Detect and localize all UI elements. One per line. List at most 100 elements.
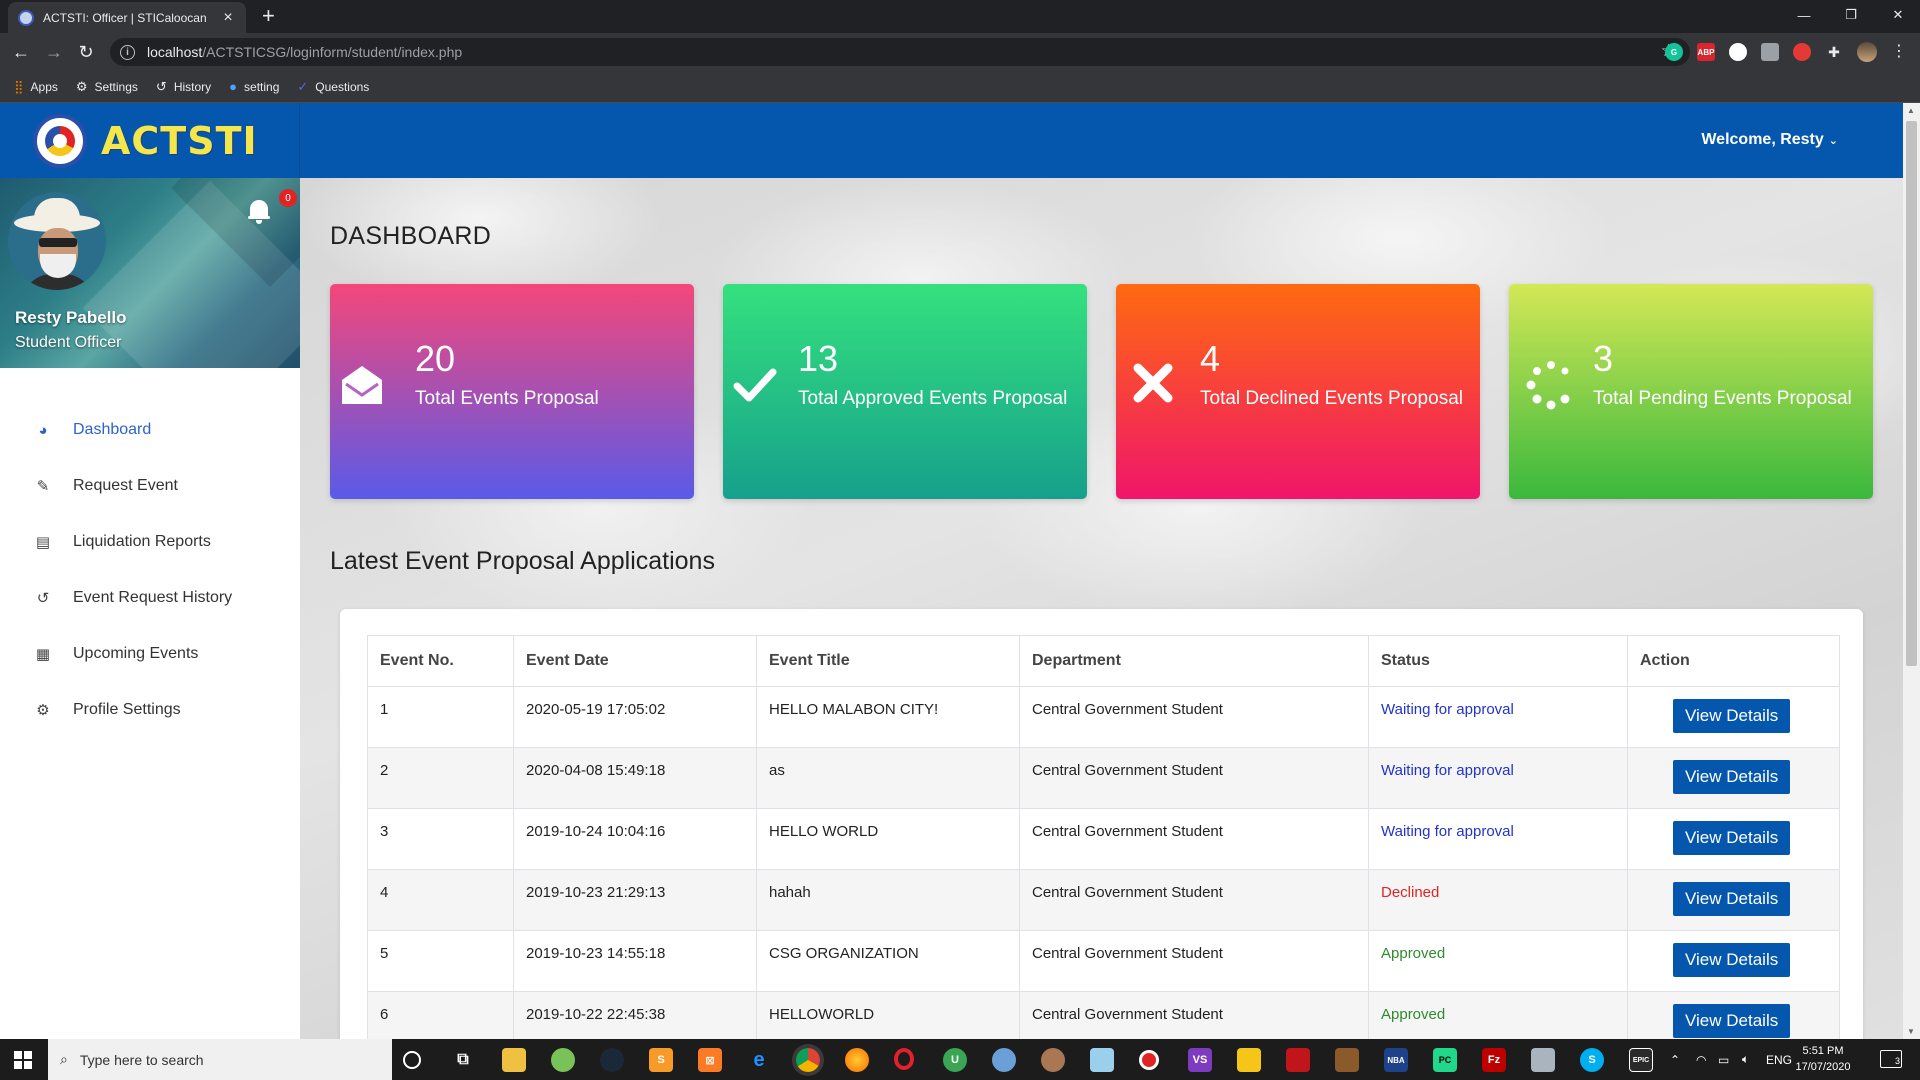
- url-input[interactable]: i localhost/ACTSTICSG/loginform/student/…: [110, 38, 1690, 66]
- taskbar-search-input[interactable]: ⌕ Type here to search: [48, 1039, 392, 1080]
- visual-studio-icon[interactable]: VS: [1188, 1048, 1212, 1072]
- grammarly-icon[interactable]: G: [1665, 43, 1683, 61]
- xampp-icon[interactable]: ⊠: [698, 1048, 722, 1072]
- app-icon[interactable]: [1286, 1048, 1310, 1072]
- back-icon[interactable]: ←: [10, 41, 32, 63]
- volume-icon[interactable]: 🔈︎: [1742, 1039, 1749, 1080]
- sidebar-item-dashboard[interactable]: ◕ Dashboard: [0, 402, 300, 458]
- sidebar-item-liquidation-reports[interactable]: ▤ Liquidation Reports: [0, 514, 300, 570]
- bookmark-apps[interactable]: ⣿ Apps: [14, 79, 58, 95]
- sidebar-menu: ◕ Dashboard ✎ Request Event ▤ Liquidatio…: [0, 402, 300, 738]
- app-icon[interactable]: [1237, 1048, 1261, 1072]
- pycharm-icon[interactable]: PC: [1433, 1048, 1457, 1072]
- column-header: Event Title: [756, 635, 1020, 687]
- sidebar-item-event-request-history[interactable]: ↺ Event Request History: [0, 570, 300, 626]
- avatar[interactable]: [8, 192, 106, 290]
- cell-department: Central Government Student: [1019, 686, 1369, 748]
- skype-icon[interactable]: S: [1580, 1048, 1604, 1072]
- extension-icon[interactable]: [1793, 43, 1811, 61]
- sidebar-item-upcoming-events[interactable]: ▦ Upcoming Events: [0, 626, 300, 682]
- tab-close-icon[interactable]: ×: [220, 9, 236, 27]
- bell-icon[interactable]: [248, 198, 270, 224]
- steam-icon[interactable]: [600, 1048, 624, 1072]
- sidebar-item-request-event[interactable]: ✎ Request Event: [0, 458, 300, 514]
- restore-icon[interactable]: ❐: [1829, 0, 1873, 30]
- page-scrollbar[interactable]: ▲ ▼: [1903, 103, 1920, 1039]
- extension-icon[interactable]: [1761, 43, 1779, 61]
- bookmark-history[interactable]: ↺ History: [156, 79, 211, 95]
- site-info-icon[interactable]: i: [120, 44, 135, 60]
- minimize-icon[interactable]: —: [1782, 0, 1826, 30]
- sidebar-item-profile-settings[interactable]: ⚙ Profile Settings: [0, 682, 300, 738]
- cortana-icon[interactable]: [403, 1051, 421, 1069]
- stat-card-total: 20 Total Events Proposal: [330, 284, 694, 499]
- language-indicator[interactable]: ENG: [1766, 1039, 1792, 1080]
- network-icon[interactable]: ◠: [1696, 1039, 1706, 1080]
- android-studio-icon[interactable]: [551, 1048, 575, 1072]
- sublime-icon[interactable]: S: [649, 1048, 673, 1072]
- upwork-icon[interactable]: U: [943, 1048, 967, 1072]
- stat-value: 13: [798, 338, 839, 379]
- check-icon: ✓: [297, 78, 309, 94]
- more-menu-icon[interactable]: ⋮: [1888, 41, 1910, 63]
- puzzle-icon[interactable]: ✚: [1825, 43, 1843, 61]
- proposals-table: Event No. Event Date Event Title Departm…: [367, 635, 1840, 1039]
- view-details-button[interactable]: View Details: [1673, 1004, 1791, 1038]
- taskbar-clock[interactable]: 5:51 PM 17/07/2020: [1790, 1043, 1856, 1075]
- stat-value: 4: [1200, 338, 1221, 379]
- new-tab-icon[interactable]: +: [262, 5, 275, 27]
- stat-card-declined: 4 Total Declined Events Proposal: [1116, 284, 1480, 499]
- file-explorer-icon[interactable]: [502, 1048, 526, 1072]
- reload-icon[interactable]: ↻: [75, 41, 97, 63]
- extension-icon[interactable]: [1729, 43, 1747, 61]
- filezilla-icon[interactable]: Fz: [1482, 1048, 1506, 1072]
- bookmark-questions[interactable]: ✓ Questions: [297, 79, 369, 95]
- dashboard-icon: ◕: [38, 421, 48, 439]
- bookmark-settings[interactable]: ⚙ Settings: [76, 79, 138, 95]
- forward-icon[interactable]: →: [43, 41, 65, 63]
- profile-avatar-icon[interactable]: [1857, 42, 1877, 62]
- game-icon[interactable]: [1335, 1048, 1359, 1072]
- nba-icon[interactable]: NBA: [1384, 1048, 1408, 1072]
- record-icon[interactable]: [1139, 1050, 1159, 1070]
- cell-department: Central Government Student: [1019, 991, 1369, 1039]
- task-view-icon[interactable]: ⧉: [451, 1048, 475, 1072]
- cell-event-no: 5: [367, 930, 514, 992]
- view-details-button[interactable]: View Details: [1673, 943, 1791, 977]
- battery-icon[interactable]: ▭: [1718, 1039, 1729, 1080]
- view-details-button[interactable]: View Details: [1673, 821, 1791, 855]
- table-row: 5 2019-10-23 14:55:18 CSG ORGANIZATION C…: [367, 930, 1840, 992]
- scroll-down-icon[interactable]: ▼: [1907, 1027, 1915, 1036]
- tray-chevron-icon[interactable]: ⌃: [1670, 1039, 1680, 1080]
- view-details-button[interactable]: View Details: [1673, 760, 1791, 794]
- page-title: DASHBOARD: [330, 222, 492, 250]
- adblock-plus-icon[interactable]: ABP: [1697, 43, 1715, 61]
- app-icon[interactable]: [1531, 1048, 1555, 1072]
- user-dropdown[interactable]: Welcome, Resty ⌄: [1701, 131, 1838, 149]
- app-icon[interactable]: [992, 1048, 1016, 1072]
- stat-card-pending: 3 Total Pending Events Proposal: [1509, 284, 1873, 499]
- opera-icon[interactable]: [894, 1048, 914, 1070]
- windows-start-icon[interactable]: [14, 1051, 32, 1069]
- app-icon[interactable]: [1041, 1048, 1065, 1072]
- drop-icon: ●: [229, 79, 238, 94]
- app-icon[interactable]: [1090, 1048, 1114, 1072]
- stat-label: Total Approved Events Proposal: [798, 388, 1068, 409]
- chrome-icon[interactable]: [796, 1048, 820, 1072]
- view-details-button[interactable]: View Details: [1673, 699, 1791, 733]
- cell-event-no: 3: [367, 808, 514, 870]
- epic-games-icon[interactable]: EPIC: [1629, 1048, 1653, 1072]
- action-center-icon[interactable]: 3: [1880, 1050, 1902, 1068]
- firefox-icon[interactable]: [845, 1048, 869, 1072]
- scroll-up-icon[interactable]: ▲: [1907, 106, 1915, 115]
- browser-tab-strip: ACTSTI: Officer | STICaloocan × + — ❐ ✕: [0, 0, 1920, 33]
- notification-badge: 0: [279, 189, 297, 207]
- view-details-button[interactable]: View Details: [1673, 882, 1791, 916]
- brand[interactable]: ACTSTI: [0, 103, 300, 178]
- apps-grid-icon: ⣿: [14, 78, 24, 94]
- scrollbar-thumb[interactable]: [1906, 121, 1917, 666]
- edge-icon[interactable]: e: [747, 1048, 771, 1072]
- close-window-icon[interactable]: ✕: [1876, 0, 1920, 30]
- bookmark-setting[interactable]: ● setting: [229, 79, 279, 94]
- browser-tab[interactable]: ACTSTI: Officer | STICaloocan ×: [8, 2, 246, 33]
